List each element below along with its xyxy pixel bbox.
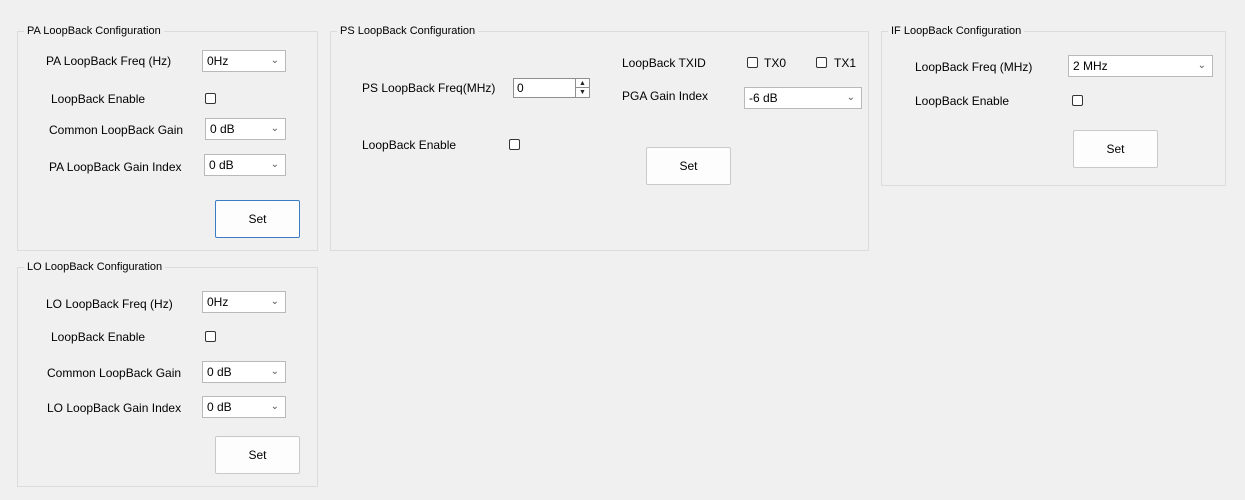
ps-tx1-label: TX1 <box>834 56 857 70</box>
lo-gain-index-value: 0 dB <box>207 400 232 414</box>
ps-group-title: PS LoopBack Configuration <box>337 24 479 38</box>
lo-freq-label: LO LoopBack Freq (Hz) <box>46 297 173 311</box>
pa-gain-index-value: 0 dB <box>209 158 234 172</box>
if-loopback-group: IF LoopBack Configuration LoopBack Freq … <box>881 24 1226 186</box>
if-freq-dropdown[interactable]: 2 MHz ⌄ <box>1068 55 1213 77</box>
pa-gain-index-dropdown[interactable]: 0 dB ⌄ <box>204 154 286 176</box>
ps-enable-label: LoopBack Enable <box>362 138 457 152</box>
ps-loopback-group: PS LoopBack Configuration PS LoopBack Fr… <box>330 24 869 251</box>
pa-gain-index-label: PA LoopBack Gain Index <box>49 160 182 174</box>
if-freq-value: 2 MHz <box>1073 59 1108 73</box>
pa-freq-dropdown[interactable]: 0Hz ⌄ <box>202 50 286 72</box>
spin-up-icon[interactable]: ▲ <box>576 79 589 88</box>
pa-common-gain-value: 0 dB <box>210 122 235 136</box>
if-group-title: IF LoopBack Configuration <box>888 24 1025 38</box>
pa-common-gain-dropdown[interactable]: 0 dB ⌄ <box>205 118 286 140</box>
chevron-down-icon: ⌄ <box>1197 60 1206 71</box>
lo-common-gain-label: Common LoopBack Gain <box>47 366 182 380</box>
lo-set-button[interactable]: Set <box>215 436 300 474</box>
lo-enable-checkbox[interactable] <box>205 331 216 342</box>
pa-common-gain-label: Common LoopBack Gain <box>49 123 184 137</box>
chevron-down-icon: ⌄ <box>270 366 279 377</box>
if-enable-label: LoopBack Enable <box>915 94 1010 108</box>
chevron-down-icon: ⌄ <box>846 92 855 103</box>
pa-loopback-group: PA LoopBack Configuration PA LoopBack Fr… <box>17 24 318 251</box>
lo-gain-index-label: LO LoopBack Gain Index <box>47 401 182 415</box>
ps-tx0-checkbox[interactable] <box>747 57 758 68</box>
if-enable-checkbox[interactable] <box>1072 95 1083 106</box>
lo-freq-value: 0Hz <box>207 295 229 309</box>
pa-group-title: PA LoopBack Configuration <box>24 24 164 38</box>
spin-down-icon[interactable]: ▼ <box>576 88 589 97</box>
pa-enable-checkbox[interactable] <box>205 93 216 104</box>
chevron-down-icon: ⌄ <box>270 296 279 307</box>
lo-gain-index-dropdown[interactable]: 0 dB ⌄ <box>202 396 286 418</box>
chevron-down-icon: ⌄ <box>270 159 279 170</box>
lo-common-gain-dropdown[interactable]: 0 dB ⌄ <box>202 361 286 383</box>
chevron-down-icon: ⌄ <box>270 401 279 412</box>
lo-enable-label: LoopBack Enable <box>51 330 146 344</box>
chevron-down-icon: ⌄ <box>270 123 279 134</box>
ps-pga-label: PGA Gain Index <box>622 89 709 103</box>
ps-pga-value: -6 dB <box>749 91 778 105</box>
pa-freq-label: PA LoopBack Freq (Hz) <box>46 54 172 68</box>
ps-tx1-checkbox[interactable] <box>816 57 827 68</box>
lo-freq-dropdown[interactable]: 0Hz ⌄ <box>202 291 286 313</box>
lo-common-gain-value: 0 dB <box>207 365 232 379</box>
pa-freq-value: 0Hz <box>207 54 229 68</box>
ps-enable-checkbox[interactable] <box>509 139 520 150</box>
loopback-configuration-panel: PA LoopBack Configuration PA LoopBack Fr… <box>0 0 1245 500</box>
ps-pga-dropdown[interactable]: -6 dB ⌄ <box>744 87 862 109</box>
lo-loopback-group: LO LoopBack Configuration LO LoopBack Fr… <box>17 260 318 487</box>
if-freq-label: LoopBack Freq (MHz) <box>915 60 1033 74</box>
pa-enable-label: LoopBack Enable <box>51 92 146 106</box>
ps-freq-value: 0 <box>517 81 524 95</box>
ps-set-button[interactable]: Set <box>646 147 731 185</box>
ps-freq-spinner[interactable]: 0 ▲ ▼ <box>513 78 590 98</box>
ps-txid-label: LoopBack TXID <box>622 56 706 70</box>
ps-tx0-label: TX0 <box>764 56 787 70</box>
ps-freq-label: PS LoopBack Freq(MHz) <box>362 81 496 95</box>
pa-set-button[interactable]: Set <box>215 200 300 238</box>
chevron-down-icon: ⌄ <box>270 55 279 66</box>
if-set-button[interactable]: Set <box>1073 130 1158 168</box>
spin-buttons: ▲ ▼ <box>575 79 589 97</box>
lo-group-title: LO LoopBack Configuration <box>24 260 166 274</box>
